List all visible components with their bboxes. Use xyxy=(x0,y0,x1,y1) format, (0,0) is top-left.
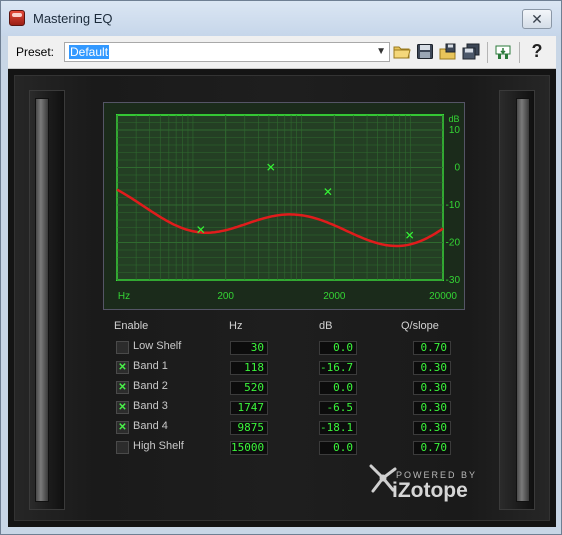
band-label-band-1: Band 1 xyxy=(133,360,168,372)
db-field-low-shelf[interactable]: 0.0 xyxy=(319,341,357,355)
q-field-band-2[interactable]: 0.30 xyxy=(413,381,451,395)
q-field-band-4[interactable]: 0.30 xyxy=(413,421,451,435)
hz-field-band-3[interactable]: 1747 xyxy=(230,401,268,415)
rack-frame: dB 10 0 -10 -20 -30 Hz 200 2000 20000 ✕ ✕ ✕ ✕ Enabl… xyxy=(14,75,550,521)
q-field-high-shelf[interactable]: 0.70 xyxy=(413,441,451,455)
toolbar-separator xyxy=(487,42,488,63)
left-rack-handle xyxy=(35,98,49,502)
chevron-down-icon[interactable]: ▼ xyxy=(376,46,386,57)
help-icon[interactable]: ? xyxy=(528,41,546,61)
q-field-band-1[interactable]: 0.30 xyxy=(413,361,451,375)
open-folder-icon[interactable] xyxy=(393,43,411,60)
q-field-low-shelf[interactable]: 0.70 xyxy=(413,341,451,355)
db-field-high-shelf[interactable]: 0.0 xyxy=(319,441,357,455)
hz-unit-label: Hz xyxy=(118,291,130,302)
enable-header: Enable xyxy=(114,320,149,332)
enable-checkbox-high-shelf[interactable] xyxy=(116,441,129,454)
band-label-band-3: Band 3 xyxy=(133,400,168,412)
db-header: dB xyxy=(319,320,333,332)
db-tick-label: 0 xyxy=(454,163,460,174)
band-label-low-shelf: Low Shelf xyxy=(133,340,182,352)
hz-tick-label: 20000 xyxy=(429,291,457,302)
hz-tick-label: 200 xyxy=(217,291,234,302)
enable-checkbox-band-3[interactable]: ✕ xyxy=(116,401,129,414)
save-all-icon[interactable] xyxy=(462,43,480,60)
right-rack-handle xyxy=(516,98,530,502)
title-bar: Mastering EQ ✕ xyxy=(1,1,561,36)
toolbar-separator xyxy=(519,42,520,63)
enable-checkbox-low-shelf[interactable] xyxy=(116,341,129,354)
enable-checkbox-band-4[interactable]: ✕ xyxy=(116,421,129,434)
band-node-marker[interactable]: ✕ xyxy=(196,223,206,237)
eq-display-bezel: dB 10 0 -10 -20 -30 Hz 200 2000 20000 ✕ ✕ ✕ ✕ xyxy=(103,102,465,310)
q-slope-header: Q/slope xyxy=(401,320,439,332)
db-tick-label: -30 xyxy=(446,275,461,286)
q-field-band-3[interactable]: 0.30 xyxy=(413,401,451,415)
band-label-high-shelf: High Shelf xyxy=(133,440,184,452)
band-label-band-4: Band 4 xyxy=(133,420,168,432)
save-as-icon[interactable] xyxy=(439,43,457,60)
hz-field-low-shelf[interactable]: 30 xyxy=(230,341,268,355)
preset-label: Preset: xyxy=(16,45,55,59)
hz-field-band-4[interactable]: 9875 xyxy=(230,421,268,435)
db-field-band-2[interactable]: 0.0 xyxy=(319,381,357,395)
band-node-marker[interactable]: ✕ xyxy=(323,185,333,199)
band-node-marker[interactable]: ✕ xyxy=(405,228,415,242)
db-unit-label: dB xyxy=(448,114,459,124)
db-field-band-1[interactable]: -16.7 xyxy=(319,361,357,375)
preset-dropdown[interactable]: Default ▼ xyxy=(64,42,390,62)
db-field-band-3[interactable]: -6.5 xyxy=(319,401,357,415)
db-tick-label: -10 xyxy=(446,200,461,211)
enable-checkbox-band-2[interactable]: ✕ xyxy=(116,381,129,394)
eq-graph[interactable]: dB10 0 -10 -20 -30 Hz 200 2000 20000 ✕ ✕ ✕ ✕ xyxy=(104,103,464,309)
save-icon[interactable] xyxy=(416,43,434,60)
db-tick-label: -20 xyxy=(446,238,461,249)
db-field-band-4[interactable]: -18.1 xyxy=(319,421,357,435)
app-icon xyxy=(9,10,25,26)
band-label-band-2: Band 2 xyxy=(133,380,168,392)
band-node-marker[interactable]: ✕ xyxy=(266,161,276,175)
izotope-brand: iZotope xyxy=(392,479,468,502)
preset-toolbar: Preset: Default ▼ ? xyxy=(8,36,556,69)
hz-tick-label: 2000 xyxy=(323,291,346,302)
enable-checkbox-band-1[interactable]: ✕ xyxy=(116,361,129,374)
output-icon[interactable] xyxy=(494,43,512,60)
hz-field-band-2[interactable]: 520 xyxy=(230,381,268,395)
mastering-eq-window: Mastering EQ ✕ Preset: Default ▼ ? dB 10… xyxy=(0,0,562,535)
preset-value[interactable]: Default xyxy=(69,45,110,59)
hz-header: Hz xyxy=(229,320,243,332)
plugin-panel: dB 10 0 -10 -20 -30 Hz 200 2000 20000 ✕ ✕ ✕ ✕ Enabl… xyxy=(8,69,556,527)
window-title: Mastering EQ xyxy=(33,11,113,26)
hz-field-high-shelf[interactable]: 15000 xyxy=(230,441,268,455)
hz-field-band-1[interactable]: 118 xyxy=(230,361,268,375)
db-tick-label: 10 xyxy=(449,125,461,136)
close-button[interactable]: ✕ xyxy=(522,9,552,29)
